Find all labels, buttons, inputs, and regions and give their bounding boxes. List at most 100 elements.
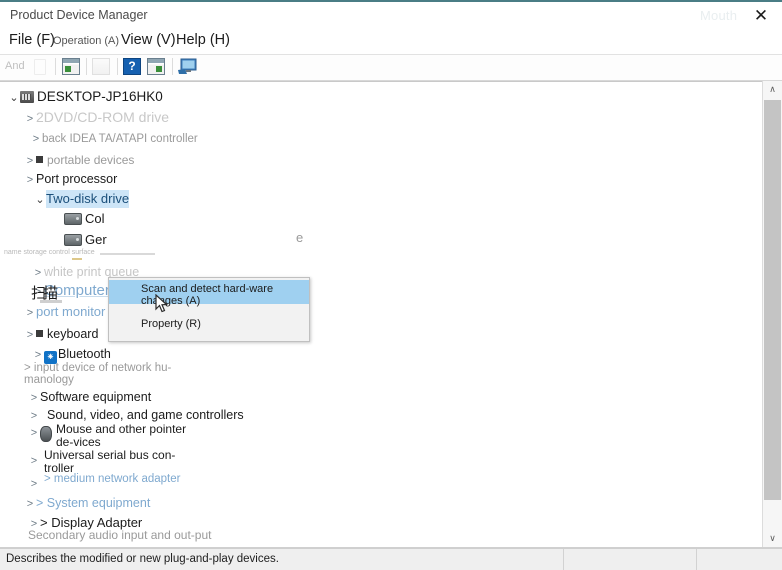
context-menu-item-label: Property (R)	[141, 318, 201, 330]
tree-node-label: 2DVD/CD-ROM drive	[36, 109, 170, 125]
context-menu-item-scan[interactable]: Scan and detect hard-ware changes (A)	[109, 280, 309, 307]
scroll-up-icon[interactable]: ∧	[763, 81, 782, 98]
tree-node-label: Software equipment	[40, 390, 152, 404]
tree-node-software-equipment[interactable]: > Software equipment	[28, 388, 151, 406]
toolbar-separator-1	[55, 58, 56, 75]
chevron-down-icon[interactable]: ⌄	[34, 191, 46, 209]
tree-node-label: keyboard	[47, 327, 99, 341]
sound-device-icon	[40, 409, 44, 421]
toolbar-separator-3	[117, 58, 118, 75]
toolbar-ghost-label: And	[5, 60, 25, 72]
tree-node-root[interactable]: ⌄ DESKTOP-JP16HK0	[8, 88, 163, 107]
chevron-right-icon[interactable]: >	[30, 130, 42, 148]
chevron-right-icon[interactable]: >	[24, 110, 36, 128]
tree-node-two-disk-drive[interactable]: ⌄Two-disk drive	[34, 190, 130, 209]
scan-hardware-icon[interactable]	[178, 58, 198, 76]
tree-node-label: > input device of network hu-manology	[24, 362, 172, 386]
chevron-right-icon[interactable]: >	[24, 304, 36, 322]
chevron-right-icon[interactable]: >	[24, 326, 36, 344]
tree-node-label: Col	[85, 211, 105, 226]
status-separator-1	[563, 549, 564, 570]
mouse-icon	[40, 426, 52, 442]
menu-view[interactable]: View (V)	[121, 32, 176, 48]
context-menu-item-property[interactable]: Property (R)	[109, 312, 309, 338]
tree-node-label: Mouse and other pointer de-vices	[56, 422, 187, 449]
disk-drive-icon	[64, 213, 82, 225]
context-menu-cjk-overlay: 扫描	[31, 284, 58, 302]
status-bar: Describes the modified or new plug-and-p…	[0, 548, 782, 570]
tree-node-port-monitor[interactable]: > port monitor	[24, 303, 106, 322]
mouse-cursor	[155, 293, 169, 314]
chevron-right-icon[interactable]: >	[28, 421, 40, 445]
tree-node-keyboard[interactable]: > keyboard	[24, 325, 99, 344]
toolbar-separator-4	[172, 58, 173, 75]
tree-node-name-storage-control-surface[interactable]: name storage control surface	[4, 249, 95, 256]
chevron-down-icon[interactable]: ⌄	[8, 89, 20, 107]
scroll-down-icon[interactable]: ∨	[763, 530, 782, 547]
vertical-scrollbar[interactable]: ∧ ∨	[762, 81, 782, 547]
tree-node-portable-devices[interactable]: > portable devices	[24, 151, 135, 170]
tree-node-system-equipment[interactable]: > > System equipment	[24, 494, 151, 513]
tree-node-bluetooth[interactable]: > ⁕ Bluetooth	[32, 345, 111, 364]
tree-fragment-label: e	[296, 230, 304, 245]
tree-node-disk-1[interactable]: Col	[64, 210, 105, 228]
chevron-right-icon[interactable]: >	[28, 473, 40, 495]
menu-bar: File (F) Operation (A) View (V) Help (H)	[0, 28, 782, 55]
device-square-icon	[36, 156, 43, 163]
close-icon[interactable]: ✕	[748, 5, 774, 27]
chevron-right-icon[interactable]: >	[28, 389, 40, 407]
tree-node-label: DESKTOP-JP16HK0	[37, 89, 163, 104]
context-menu: Scan and detect hard-ware changes (A) Pr…	[108, 277, 310, 342]
tree-node-label: Ger	[85, 232, 107, 247]
tree-node-usb-controller[interactable]: > Universal serial bus con-troller	[28, 449, 203, 475]
tree-node-mouse-pointer-devices[interactable]: > Mouse and other pointer de-vices	[28, 421, 203, 449]
toolbar-ghost-button	[34, 59, 46, 75]
tree-node-ide-controller[interactable]: > back IDEA TA/ATAPI controller	[30, 130, 198, 148]
status-separator-2	[696, 549, 697, 570]
tree-smudge-1	[100, 253, 155, 255]
menu-file[interactable]: File (F)	[9, 32, 55, 48]
chevron-right-icon[interactable]: >	[24, 152, 36, 170]
tree-node-label: port monitor	[36, 304, 106, 319]
title-bar: Product Device Manager Mouth ✕	[0, 0, 782, 30]
help-icon[interactable]: ?	[123, 58, 141, 75]
tree-node-disk-2[interactable]: Ger	[64, 231, 107, 249]
update-driver-icon[interactable]	[147, 58, 165, 75]
device-tree-panel: ⌄ DESKTOP-JP16HK0 >2DVD/CD-ROM drive > bac…	[0, 81, 782, 548]
toolbar: And ?	[0, 55, 782, 81]
tree-node-secondary-audio[interactable]: Secondary audio input and out-put	[28, 528, 218, 542]
chevron-right-icon[interactable]: >	[32, 264, 44, 282]
tree-node-network-adapter[interactable]: > > medium network adapter	[28, 473, 203, 495]
device-square-icon	[36, 330, 43, 337]
tree-node-label: Bluetooth	[58, 347, 111, 361]
print-icon[interactable]	[92, 58, 110, 75]
tree-fragment-right: e	[296, 229, 303, 247]
tree-node-label: Universal serial bus con-troller	[44, 448, 176, 475]
tree-node-label: > System equipment	[36, 496, 151, 510]
tree-node-label: portable devices	[47, 153, 135, 167]
tree-node-label: > medium network adapter	[44, 473, 181, 485]
tree-node-label: Two-disk drive	[46, 190, 130, 208]
chevron-right-icon[interactable]: >	[24, 495, 36, 513]
toolbar-separator-2	[86, 58, 87, 75]
tree-node-dvd[interactable]: >2DVD/CD-ROM drive	[24, 108, 169, 126]
status-message: Describes the modified or new plug-and-p…	[6, 553, 279, 565]
tree-smudge-2	[72, 258, 82, 260]
window-title: Product Device Manager	[10, 8, 148, 22]
monitor-glyph	[178, 58, 197, 74]
ghost-text-right: Mouth	[700, 8, 738, 23]
chevron-right-icon[interactable]: >	[28, 449, 40, 473]
menu-help[interactable]: Help (H)	[176, 32, 230, 48]
tree-node-label: Port processor	[36, 172, 118, 186]
computer-icon	[20, 91, 34, 103]
tree-node-hid-network[interactable]: > input device of network hu-manology	[24, 362, 214, 386]
menu-operation[interactable]: Operation (A)	[53, 35, 119, 47]
tree-node-label: name storage control surface	[4, 249, 95, 256]
properties-icon[interactable]	[62, 58, 80, 75]
disk-drive-icon	[64, 234, 82, 246]
cursor-arrow-icon	[155, 293, 168, 313]
tree-node-port-processor[interactable]: > Port processor	[24, 170, 118, 189]
tree-node-label: Secondary audio input and out-put	[28, 528, 212, 542]
chevron-right-icon[interactable]: >	[24, 171, 36, 189]
scrollbar-thumb[interactable]	[764, 100, 781, 500]
